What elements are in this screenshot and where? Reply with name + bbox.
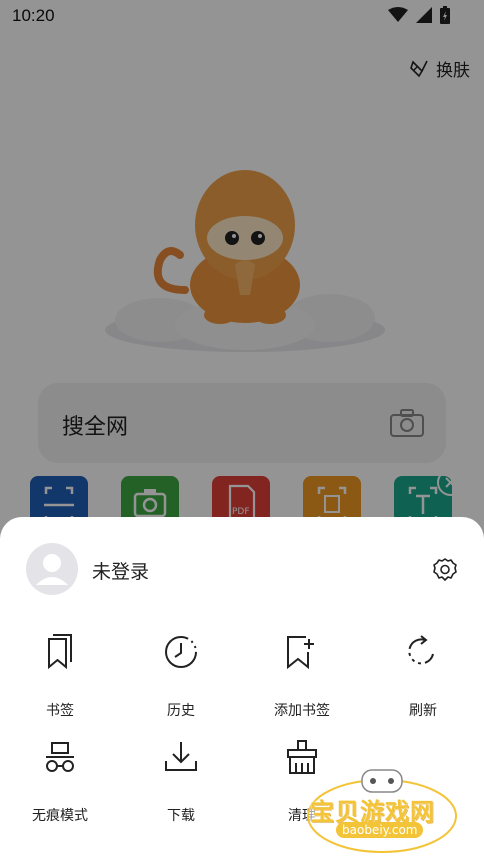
add-bookmark-button[interactable]: 添加书签	[242, 632, 362, 732]
watermark-url: baobeiy.com	[336, 822, 424, 838]
download-icon	[161, 737, 201, 777]
history-icon	[161, 632, 201, 672]
download-button[interactable]: 下载	[121, 737, 241, 837]
site-watermark: 宝贝游戏网 baobeiy.com	[302, 764, 462, 856]
incognito-label: 无痕模式	[32, 808, 88, 824]
add-bookmark-icon	[282, 632, 322, 672]
user-icon	[36, 554, 68, 585]
bookmarks-button[interactable]: 书签	[0, 632, 120, 732]
incognito-icon	[40, 737, 80, 777]
login-status-label[interactable]: 未登录	[92, 557, 149, 584]
refresh-icon	[403, 632, 443, 672]
refresh-label: 刷新	[409, 703, 437, 719]
bookmark-icon	[40, 632, 80, 672]
bookmarks-label: 书签	[46, 703, 74, 719]
avatar[interactable]	[26, 543, 78, 595]
add-bookmark-label: 添加书签	[274, 703, 330, 719]
history-label: 历史	[167, 703, 195, 719]
download-label: 下载	[167, 808, 195, 824]
history-button[interactable]: 历史	[121, 632, 241, 732]
refresh-button[interactable]: 刷新	[363, 632, 483, 732]
gear-icon[interactable]	[432, 557, 458, 583]
incognito-button[interactable]: 无痕模式	[0, 737, 120, 837]
